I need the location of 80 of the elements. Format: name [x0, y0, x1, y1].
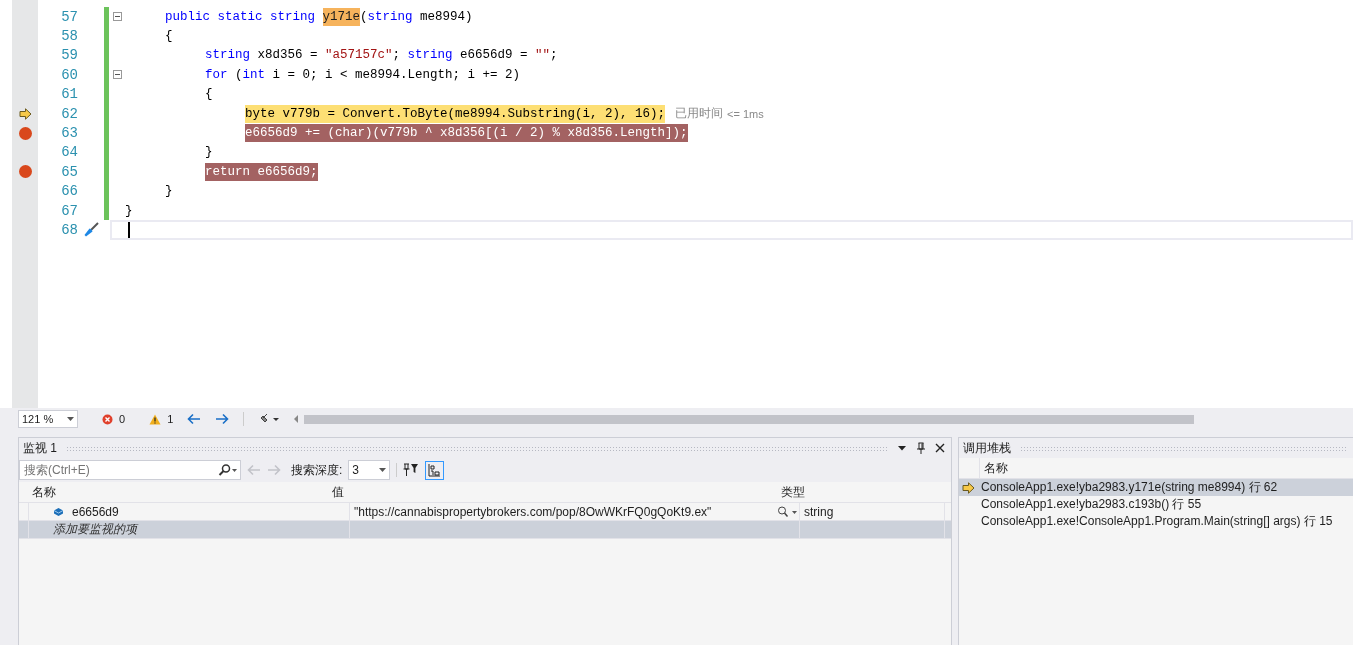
code-text: int — [242, 66, 266, 84]
call-stack-row[interactable]: ConsoleApp1.exe!yba2983.y171e(string me8994) 行 62 — [959, 479, 1353, 496]
code-text: } — [125, 202, 133, 220]
column-header[interactable]: 名称 — [980, 458, 1008, 478]
error-count[interactable]: 0 — [119, 413, 126, 425]
field-icon — [53, 506, 64, 517]
code-text: ; — [392, 47, 402, 65]
code-text: string — [367, 8, 413, 26]
forward-arrow-icon[interactable] — [215, 413, 230, 425]
code-text: y171e — [322, 7, 361, 26]
view-toggle-button[interactable] — [425, 460, 445, 480]
variable-name: e6656d9 — [72, 504, 119, 519]
close-icon[interactable] — [935, 443, 945, 453]
stack-frame-text: ConsoleApp1.exe!yba2983.c193b() 行 55 — [980, 496, 1202, 513]
line-number: 61 — [60, 86, 78, 103]
code-text: return e6656d9; — [205, 162, 318, 181]
code-text: } — [205, 144, 213, 162]
line-number: 62 — [60, 105, 78, 122]
code-text: ; — [550, 47, 558, 65]
add-watch-row[interactable]: 添加要监视的项 — [19, 521, 951, 539]
line-number: 60 — [60, 66, 78, 83]
variable-value: "https://cannabispropertybrokers.com/pop/8OwWKrFQ0gQoKt9.ex" — [354, 504, 713, 519]
line-number: 66 — [60, 183, 78, 200]
breakpoint-icon[interactable] — [18, 165, 32, 179]
collapse-icon[interactable] — [112, 70, 122, 80]
warning-count[interactable]: 1 — [167, 413, 174, 425]
line-number: 65 — [60, 163, 78, 180]
code-text: } — [165, 183, 173, 201]
code-text: x8d356 = — [256, 47, 319, 65]
code-text: string — [407, 47, 453, 65]
code-text: string — [205, 47, 250, 65]
elapsed-time-label: 已用时间 — [675, 105, 724, 123]
elapsed-time-value: <= 1ms — [727, 107, 764, 120]
code-text: for — [205, 66, 228, 84]
dropdown-arrow-icon[interactable] — [897, 444, 907, 452]
collapse-icon[interactable] — [112, 12, 122, 22]
stack-frame-text: ConsoleApp1.exe!yba2983.y171e(string me8994) 行 62 — [980, 479, 1278, 496]
column-header[interactable]: 名称 — [28, 482, 328, 502]
line-number: 63 — [60, 125, 78, 142]
variable-type: string — [804, 504, 834, 519]
search-depth-label: 搜索深度: — [291, 461, 343, 479]
line-number: 68 — [60, 222, 78, 238]
code-text: byte v779b = Convert.ToByte(me8994.Substring(i, 2), 16); — [245, 104, 666, 123]
breakpoint-icon[interactable] — [18, 126, 32, 140]
brush-dropdown-icon[interactable] — [258, 413, 281, 425]
code-text: e6656d9 += (char)(v779b ^ x8d356[(i / 2) % x8d356.Length]); — [245, 124, 688, 143]
call-stack-row[interactable]: ConsoleApp1.exe!yba2983.c193b() 行 55 — [959, 496, 1353, 513]
zoom-dropdown[interactable]: 121 % — [18, 410, 78, 428]
dropdown-arrow-icon — [67, 417, 74, 421]
code-text: { — [165, 28, 173, 46]
warning-icon — [149, 413, 162, 425]
line-number: 67 — [60, 202, 78, 219]
column-header[interactable]: 类型 — [777, 482, 921, 502]
add-watch-item-label: 添加要监视的项 — [53, 521, 137, 538]
back-arrow-icon[interactable] — [187, 413, 202, 425]
pin-icon[interactable] — [916, 442, 926, 454]
dropdown-arrow-icon — [379, 468, 387, 472]
code-text: ( — [360, 8, 368, 26]
line-number: 58 — [60, 28, 78, 45]
magnifier-dropdown-icon[interactable] — [777, 505, 799, 518]
line-number: 59 — [60, 47, 78, 64]
code-text: "" — [535, 47, 551, 65]
filter-pin-icon[interactable] — [403, 463, 420, 477]
code-text: i = 0; i < me8994.Length; i += 2) — [271, 66, 521, 84]
panel-title: 调用堆栈 — [963, 439, 1011, 457]
code-text: { — [205, 86, 213, 104]
code-text: me8994) — [419, 8, 473, 26]
brush-icon[interactable] — [83, 222, 99, 238]
code-text: ( — [234, 66, 243, 84]
search-icon[interactable] — [218, 464, 238, 476]
search-depth-dropdown[interactable]: 3 — [348, 460, 391, 480]
search-field[interactable]: 搜索(Ctrl+E) — [19, 460, 241, 480]
code-text: "a57157c" — [325, 47, 393, 65]
column-header[interactable]: 值 — [328, 482, 777, 502]
line-number: 64 — [60, 144, 78, 161]
panel-title: 监视 1 — [23, 439, 57, 457]
error-icon — [102, 413, 113, 425]
code-text: e6656d9 = — [459, 47, 529, 65]
code-text: public static string — [165, 8, 317, 26]
line-number: 57 — [60, 8, 78, 25]
